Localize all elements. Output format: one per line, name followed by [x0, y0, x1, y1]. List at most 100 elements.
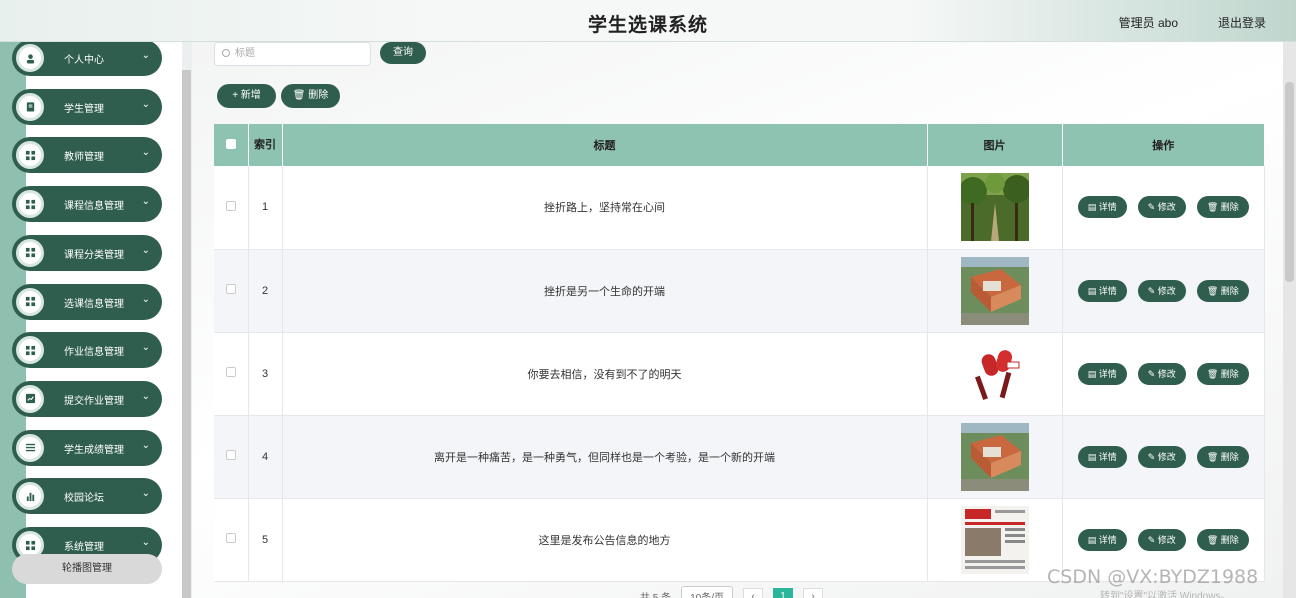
select-all-checkbox[interactable] [225, 138, 236, 149]
sidebar-item-3[interactable]: 教师管理 ⌄ [12, 137, 162, 174]
user-icon [16, 44, 44, 72]
sidebar-item-label: 提交作业管理 [64, 395, 124, 407]
detail-button[interactable]: ▤ 详情 [1077, 528, 1127, 551]
row-index: 5 [248, 498, 283, 582]
row-index: 2 [248, 249, 283, 333]
sidebar-item-8[interactable]: 提交作业管理 ⌄ [12, 380, 162, 417]
sidebar-item-label: 选课信息管理 [64, 298, 124, 310]
sidebar-item-5[interactable]: 课程分类管理 ⌄ [12, 234, 162, 271]
list-icon [16, 433, 44, 462]
row-title: 这里是发布公告信息的地方 [282, 498, 928, 582]
page-scrollbar[interactable] [1283, 42, 1296, 598]
logout-link[interactable]: 退出登录 [1218, 14, 1266, 31]
row-checkbox[interactable] [225, 450, 236, 460]
chevron-down-icon: ⌄ [141, 488, 150, 500]
row-index: 3 [248, 332, 283, 416]
row-image [927, 166, 1063, 250]
col-actions: 操作 [1062, 124, 1265, 166]
table-row: 2 挫折是另一个生命的开端 ▤ 详情 ✎ 修改 🗑 删除 [214, 249, 1265, 333]
sidebar-item-label: 系统管理 [64, 542, 104, 553]
delete-button[interactable]: 🗑 删除 [1196, 279, 1249, 302]
clipboard-icon [16, 92, 44, 121]
delete-button[interactable]: 🗑 删除 [1196, 445, 1249, 468]
watermark: CSDN @VX:BYDZ1988 [1047, 566, 1259, 588]
batch-delete-button[interactable]: 🗑 删除 [281, 84, 340, 108]
chevron-down-icon: ⌄ [141, 390, 150, 402]
edit-button[interactable]: ✎ 修改 [1137, 362, 1186, 385]
delete-button[interactable]: 🗑 删除 [1196, 528, 1249, 551]
row-index: 1 [248, 166, 283, 250]
col-title[interactable]: 标题 [282, 124, 928, 166]
sidebar-item-2[interactable]: 学生管理 ⌄ [12, 88, 162, 125]
chevron-down-icon: ⌄ [141, 537, 150, 548]
select-all-cell [214, 124, 249, 166]
sidebar-item-label: 个人中心 [64, 55, 104, 66]
sidebar-item-1[interactable]: 个人中心 ⌄ [12, 42, 162, 76]
col-index: 索引 [248, 124, 283, 166]
delete-button[interactable]: 🗑 删除 [1196, 362, 1249, 385]
prev-page-button[interactable]: ‹ [743, 587, 764, 598]
top-header: 学生选课系统 管理员 abo 退出登录 [0, 0, 1296, 42]
row-image [927, 415, 1063, 499]
sidebar-item-label: 课程分类管理 [64, 249, 124, 261]
grid-icon [16, 336, 44, 365]
sidebar-subitem-carousel[interactable]: 轮播图管理 [12, 554, 162, 584]
page-size-select[interactable]: 10条/页 [681, 586, 734, 598]
next-page-button[interactable]: › [803, 587, 824, 598]
pagination: 共 5 条 10条/页 ‹ 1 › [640, 586, 824, 598]
chevron-down-icon: ⌄ [141, 50, 150, 61]
pager-total: 共 5 条 [640, 589, 671, 598]
app-title: 学生选课系统 [587, 15, 708, 36]
add-button[interactable]: + 新增 [217, 84, 276, 108]
grid-icon [16, 238, 44, 267]
detail-button[interactable]: ▤ 详情 [1077, 196, 1127, 219]
row-index: 4 [248, 415, 283, 499]
chevron-down-icon: ⌄ [141, 244, 150, 256]
edit-button[interactable]: ✎ 修改 [1137, 528, 1186, 551]
row-title: 离开是一种痛苦，是一种勇气，但同样也是一个考验，是一个新的开端 [282, 415, 928, 499]
grid-icon [16, 287, 44, 316]
sidebar-item-9[interactable]: 学生成绩管理 ⌄ [12, 429, 162, 466]
chevron-down-icon: ⌄ [141, 147, 150, 159]
chart-box-icon [16, 384, 44, 413]
sidebar-item-4[interactable]: 课程信息管理 ⌄ [12, 186, 162, 223]
row-image [927, 332, 1063, 416]
search-placeholder: 标题 [235, 48, 255, 59]
table-header-row: 索引 标题 图片 操作 [214, 124, 1265, 166]
sidebar-item-label: 学生成绩管理 [64, 444, 124, 456]
chevron-down-icon: ⌄ [141, 293, 150, 305]
delete-button[interactable]: 🗑 删除 [1196, 196, 1249, 219]
sidebar-item-label: 学生管理 [64, 103, 104, 115]
chevron-down-icon: ⌄ [141, 196, 150, 208]
row-checkbox[interactable] [225, 367, 236, 377]
sidebar-item-10[interactable]: 校园论坛 ⌄ [12, 478, 162, 515]
row-title: 挫折路上，坚持常在心间 [282, 166, 928, 250]
row-checkbox[interactable] [225, 284, 236, 294]
sidebar-scrollbar[interactable] [182, 70, 191, 598]
col-image[interactable]: 图片 [927, 124, 1063, 166]
trash-icon: 🗑 [292, 90, 306, 101]
edit-button[interactable]: ✎ 修改 [1137, 279, 1186, 302]
grid-icon [16, 141, 44, 170]
row-checkbox[interactable] [225, 200, 236, 211]
main-content: 标题 查询 + 新增 🗑 删除 索引 标题 图片 操作 1 挫折路上，坚持常在心间… [192, 42, 1283, 598]
edit-button[interactable]: ✎ 修改 [1137, 445, 1186, 468]
sidebar-item-label: 课程信息管理 [64, 201, 124, 213]
chevron-down-icon: ⌄ [141, 342, 150, 354]
row-checkbox[interactable] [225, 533, 236, 543]
query-button[interactable]: 查询 [380, 42, 426, 64]
row-image [927, 498, 1063, 582]
sidebar-item-7[interactable]: 作业信息管理 ⌄ [12, 332, 162, 369]
row-image [927, 249, 1063, 333]
search-input[interactable]: 标题 [214, 42, 371, 66]
detail-button[interactable]: ▤ 详情 [1077, 279, 1127, 302]
windows-activation-hint: 转到"设置"以激活 Windows。 [1100, 591, 1231, 598]
edit-button[interactable]: ✎ 修改 [1137, 196, 1186, 219]
table-body: 1 挫折路上，坚持常在心间 ▤ 详情 ✎ 修改 🗑 删除 2 挫折是另一个生命的开端 ▤ 详情… [214, 166, 1265, 582]
page-number[interactable]: 1 [773, 587, 794, 598]
sidebar-item-6[interactable]: 选课信息管理 ⌄ [12, 283, 162, 320]
table-row: 3 你要去相信，没有到不了的明天 ▤ 详情 ✎ 修改 🗑 删除 [214, 332, 1265, 416]
detail-button[interactable]: ▤ 详情 [1077, 445, 1127, 468]
detail-button[interactable]: ▤ 详情 [1077, 362, 1127, 385]
table-row: 4 离开是一种痛苦，是一种勇气，但同样也是一个考验，是一个新的开端 ▤ 详情 ✎ 修改… [214, 415, 1265, 499]
